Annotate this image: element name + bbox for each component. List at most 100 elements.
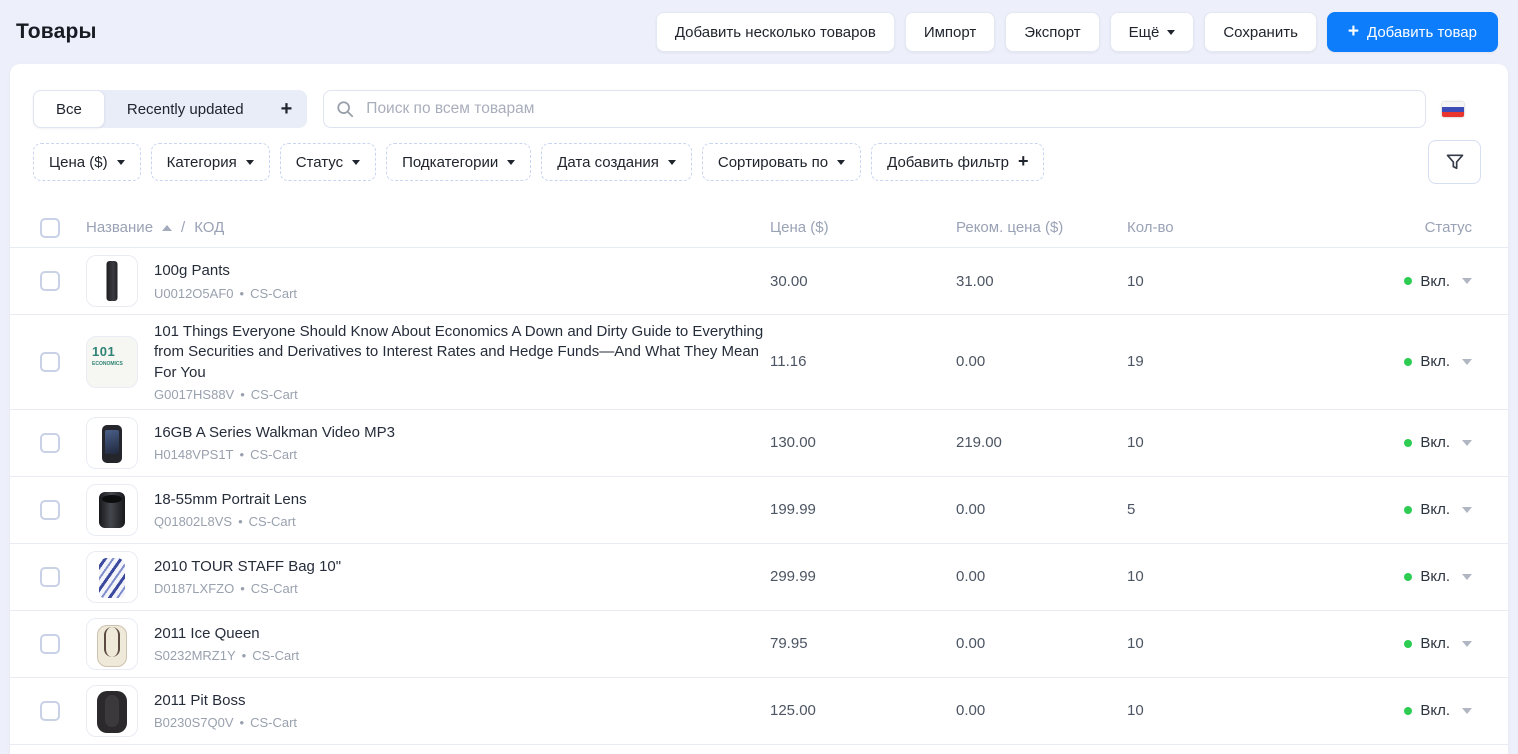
product-name-cell: 101 Things Everyone Should Know About Ec… (154, 322, 770, 402)
chevron-down-icon (117, 160, 125, 165)
filter-price[interactable]: Цена ($) (33, 143, 141, 181)
column-header-code[interactable]: КОД (194, 219, 224, 236)
add-product-button[interactable]: + Добавить товар (1327, 12, 1498, 52)
topbar: Товары Добавить несколько товаров Импорт Э… (0, 0, 1518, 64)
product-vendor: CS-Cart (251, 387, 298, 402)
row-checkbox[interactable] (40, 352, 60, 372)
status-enabled-dot-icon (1404, 707, 1412, 715)
filter-funnel-icon (1445, 152, 1465, 172)
table-header-row: Название / КОД Цена ($) Реком. цена ($) … (10, 208, 1508, 248)
product-vendor: CS-Cart (249, 514, 296, 529)
filter-category[interactable]: Категория (151, 143, 270, 181)
product-quantity: 10 (1127, 273, 1277, 290)
row-checkbox[interactable] (40, 567, 60, 587)
row-checkbox[interactable] (40, 271, 60, 291)
status-dropdown[interactable]: Вкл. (1277, 501, 1472, 518)
status-dropdown[interactable]: Вкл. (1277, 635, 1472, 652)
status-label: Вкл. (1420, 501, 1450, 518)
column-header-qty[interactable]: Кол-во (1127, 219, 1277, 236)
status-dropdown[interactable]: Вкл. (1277, 273, 1472, 290)
product-name-link[interactable]: 2011 Ice Queen (154, 624, 770, 644)
chevron-down-icon (1462, 574, 1472, 580)
product-name-link[interactable]: 18-55mm Portrait Lens (154, 490, 770, 510)
column-header-list-price[interactable]: Реком. цена ($) (956, 219, 1127, 236)
import-button[interactable]: Импорт (905, 12, 995, 52)
status-dropdown[interactable]: Вкл. (1277, 568, 1472, 585)
status-label: Вкл. (1420, 273, 1450, 290)
tab-all[interactable]: Все (33, 90, 105, 128)
column-header-name[interactable]: Название (86, 219, 153, 236)
product-list-price: 0.00 (956, 501, 1127, 518)
product-list-price: 31.00 (956, 273, 1127, 290)
filter-creation-date[interactable]: Дата создания (541, 143, 692, 181)
product-name-link[interactable]: 100g Pants (154, 261, 770, 281)
code-vendor-separator: • (240, 715, 245, 730)
search-bar (323, 90, 1426, 128)
product-vendor: CS-Cart (251, 581, 298, 596)
backpack-dark-thumbnail (86, 685, 138, 737)
chevron-down-icon (246, 160, 254, 165)
chevron-down-icon (1462, 708, 1472, 714)
status-enabled-dot-icon (1404, 439, 1412, 447)
add-tab-button[interactable]: + (266, 98, 308, 121)
row-checkbox[interactable] (40, 500, 60, 520)
products-panel: ВсеRecently updated+ Цена ($) Категория Ст… (10, 64, 1508, 754)
save-button[interactable]: Сохранить (1204, 12, 1317, 52)
status-enabled-dot-icon (1404, 573, 1412, 581)
more-button[interactable]: Ещё (1110, 12, 1195, 52)
chevron-down-icon (1462, 359, 1472, 365)
chevron-down-icon (352, 160, 360, 165)
page-title: Товары (16, 20, 97, 44)
product-quantity: 19 (1127, 353, 1277, 370)
status-dropdown[interactable]: Вкл. (1277, 434, 1472, 451)
add-multiple-products-button-label: Добавить несколько товаров (675, 24, 876, 41)
table-row: 16GB A Series Walkman Video MP3 H0148VPS… (10, 410, 1508, 477)
add-filter-label: Добавить фильтр (887, 154, 1009, 171)
status-enabled-dot-icon (1404, 358, 1412, 366)
product-code: G0017HS88V (154, 387, 234, 402)
column-header-status[interactable]: Статус (1277, 219, 1472, 236)
status-dropdown[interactable]: Вкл. (1277, 702, 1472, 719)
row-checkbox[interactable] (40, 701, 60, 721)
table-row: 2011 Ice Queen S0232MRZ1Y • CS-Cart 79.9… (10, 611, 1508, 678)
product-name-link[interactable]: 2011 Pit Boss (154, 691, 770, 711)
row-checkbox[interactable] (40, 634, 60, 654)
status-dropdown[interactable]: Вкл. (1277, 353, 1472, 370)
product-name-link[interactable]: 16GB A Series Walkman Video MP3 (154, 423, 770, 443)
status-enabled-dot-icon (1404, 277, 1412, 285)
product-code: D0187LXFZO (154, 581, 234, 596)
product-quantity: 5 (1127, 501, 1277, 518)
product-code-line: B0230S7Q0V • CS-Cart (154, 715, 770, 730)
filter-funnel-button[interactable] (1428, 140, 1481, 184)
filter-status[interactable]: Статус (280, 143, 376, 181)
filter-sort-by[interactable]: Сортировать по (702, 143, 861, 181)
add-multiple-products-button[interactable]: Добавить несколько товаров (656, 12, 895, 52)
name-code-separator: / (181, 219, 185, 236)
column-header-name-code[interactable]: Название / КОД (86, 219, 770, 236)
product-name-link[interactable]: 2010 TOUR STAFF Bag 10" (154, 557, 770, 577)
row-checkbox[interactable] (40, 433, 60, 453)
russian-flag-icon[interactable] (1442, 102, 1464, 117)
table-body: 100g Pants U0012O5AF0 • CS-Cart 30.00 31… (10, 248, 1508, 745)
search-input[interactable] (364, 99, 1413, 119)
product-name-link[interactable]: 101 Things Everyone Should Know About Ec… (154, 322, 770, 383)
products-page: Товары Добавить несколько товаров Импорт Э… (0, 0, 1518, 754)
product-vendor: CS-Cart (252, 648, 299, 663)
select-all-checkbox[interactable] (40, 218, 60, 238)
filter-subcategories[interactable]: Подкатегории (386, 143, 531, 181)
toolbar-row: ВсеRecently updated+ (10, 64, 1508, 128)
status-label: Вкл. (1420, 702, 1450, 719)
product-name-cell: 2011 Pit Boss B0230S7Q0V • CS-Cart (154, 691, 770, 730)
product-quantity: 10 (1127, 434, 1277, 451)
product-code-line: H0148VPS1T • CS-Cart (154, 447, 770, 462)
filter-price-label: Цена ($) (49, 154, 108, 171)
table-row: 18-55mm Portrait Lens Q01802L8VS • CS-Ca… (10, 477, 1508, 544)
add-filter-button[interactable]: Добавить фильтр+ (871, 143, 1044, 181)
export-button[interactable]: Экспорт (1005, 12, 1099, 52)
plus-icon: + (1348, 22, 1359, 41)
product-price: 30.00 (770, 273, 956, 290)
tab-recently-updated[interactable]: Recently updated (105, 90, 266, 128)
import-button-label: Импорт (924, 24, 976, 41)
column-header-price[interactable]: Цена ($) (770, 219, 956, 236)
code-vendor-separator: • (240, 581, 245, 596)
